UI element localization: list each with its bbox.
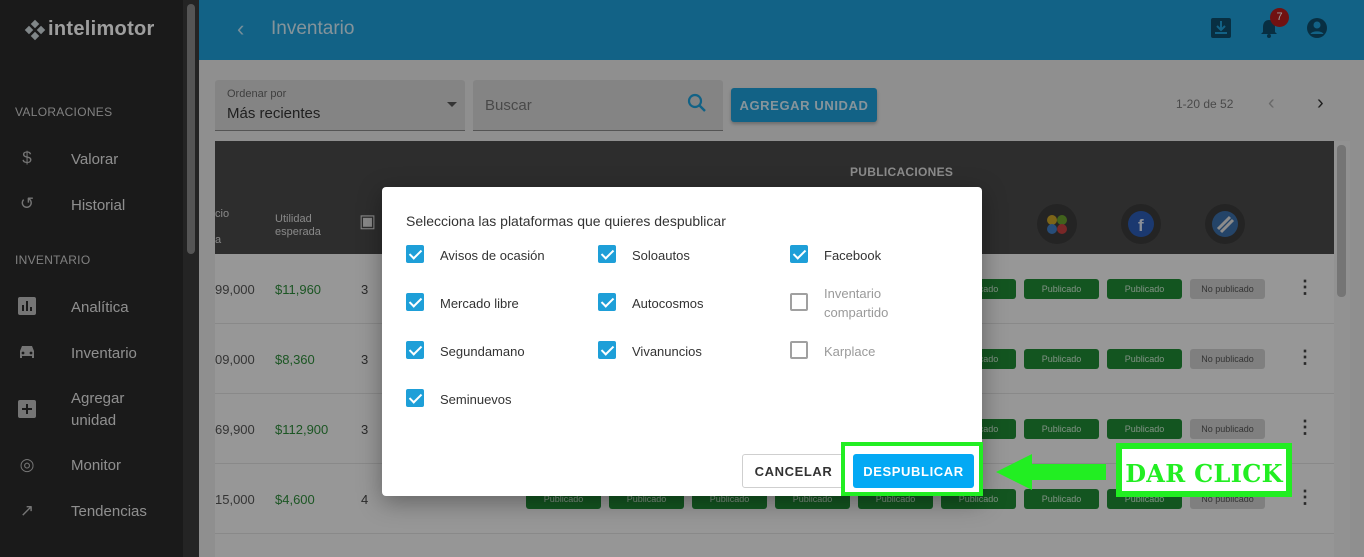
option-label: Mercado libre: [440, 296, 519, 311]
checkbox-checked[interactable]: [598, 245, 616, 263]
checkbox-unchecked[interactable]: [790, 341, 808, 359]
checkbox-checked[interactable]: [406, 341, 424, 359]
option-label: Soloautos: [632, 248, 690, 263]
option-label: Seminuevos: [440, 392, 512, 407]
checkbox-checked[interactable]: [598, 341, 616, 359]
option-label: Facebook: [824, 248, 882, 263]
checkbox-checked[interactable]: [406, 245, 424, 263]
checkbox-checked[interactable]: [790, 245, 808, 263]
annotation-text: DAR CLICK: [1125, 459, 1283, 488]
option-label: Inventario compartido: [824, 286, 889, 320]
option-label: Karplace: [824, 344, 876, 359]
option-label: Vivanuncios: [632, 344, 702, 359]
option-label: Autocosmos: [632, 296, 704, 311]
checkbox-checked[interactable]: [406, 389, 424, 407]
option-label: Segundamano: [440, 344, 525, 359]
left-arrow-icon: [996, 454, 1106, 490]
highlight-box: [841, 442, 983, 496]
checkbox-unchecked[interactable]: [790, 293, 808, 311]
checkbox-checked[interactable]: [406, 293, 424, 311]
cancel-button[interactable]: CANCELAR: [742, 454, 845, 488]
option-label: Avisos de ocasión: [440, 248, 545, 263]
annotation-callout: DAR CLICK: [1116, 443, 1292, 497]
checkbox-checked[interactable]: [598, 293, 616, 311]
dialog-title: Selecciona las plataformas que quieres d…: [406, 213, 726, 229]
